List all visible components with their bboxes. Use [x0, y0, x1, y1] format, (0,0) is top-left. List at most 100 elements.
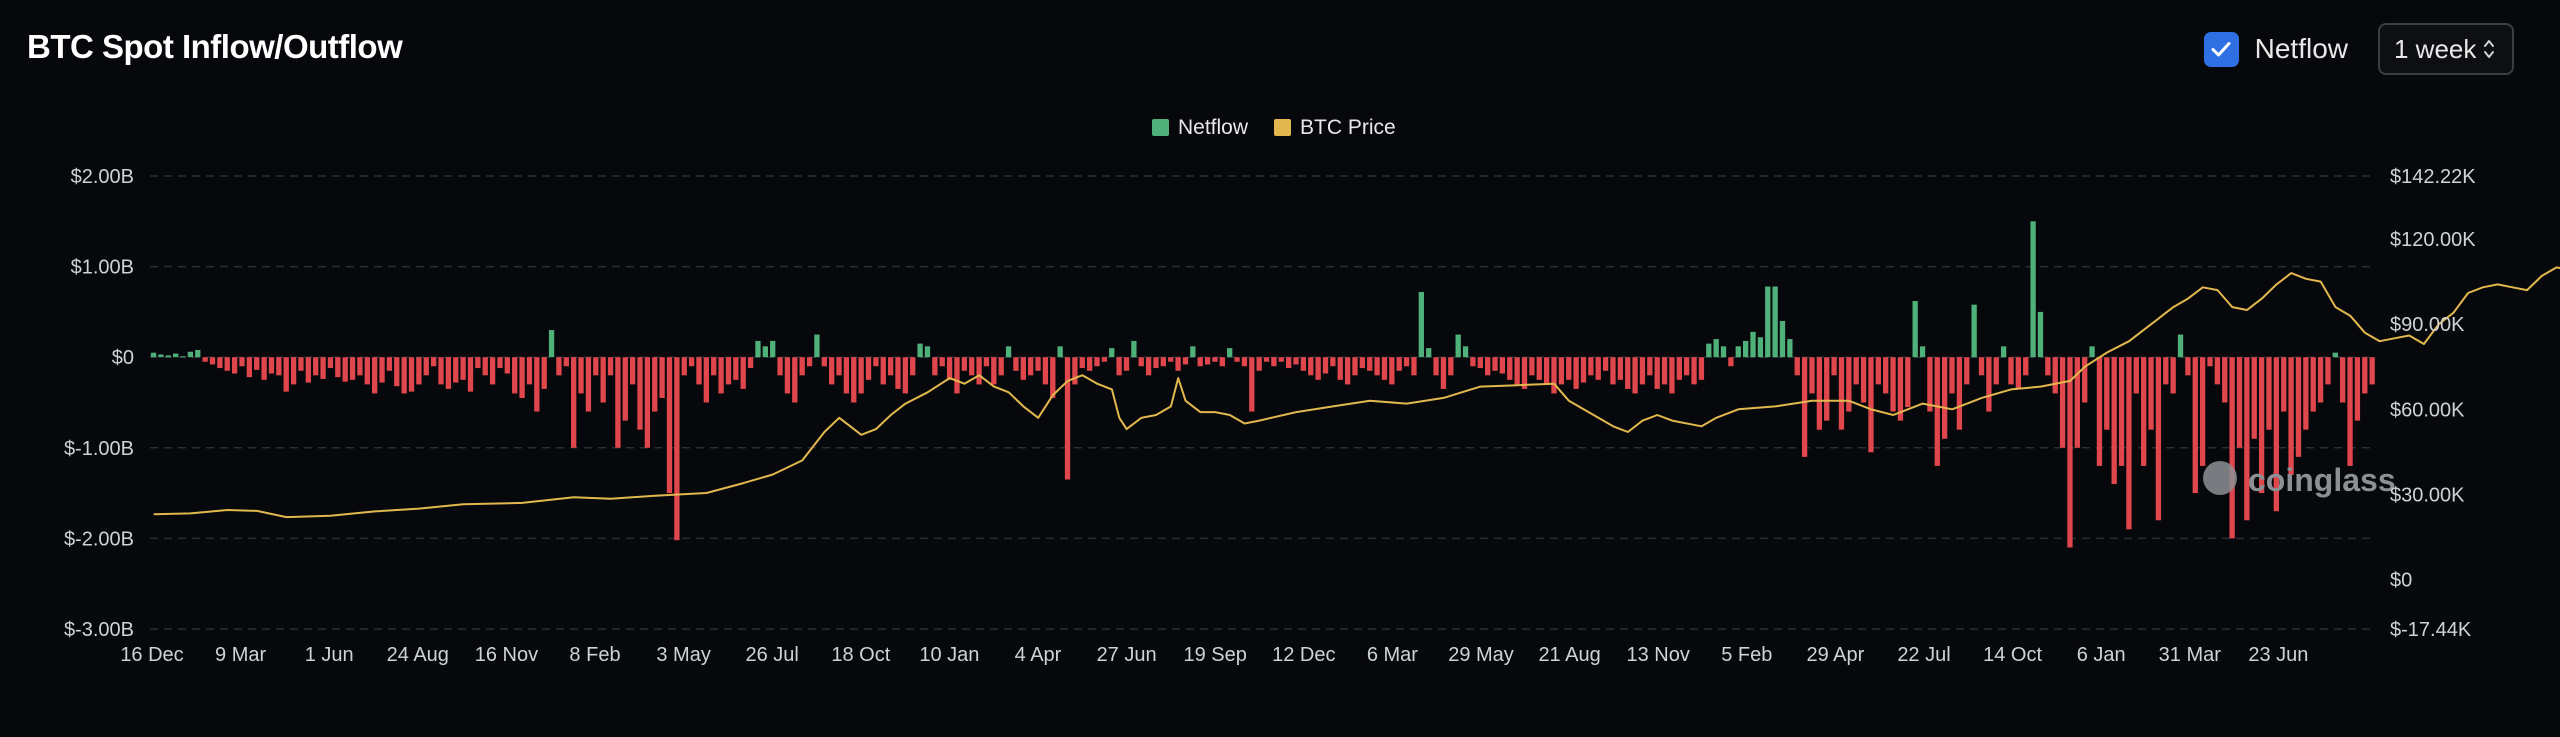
- netflow-bar[interactable]: [1853, 357, 1859, 385]
- netflow-bar[interactable]: [770, 340, 776, 358]
- netflow-bar[interactable]: [467, 357, 474, 392]
- netflow-bar[interactable]: [593, 357, 599, 376]
- netflow-bar[interactable]: [976, 357, 982, 385]
- netflow-bar[interactable]: [1742, 340, 1749, 358]
- netflow-bar[interactable]: [1588, 357, 1594, 376]
- netflow-bar[interactable]: [880, 357, 886, 385]
- netflow-bar[interactable]: [1367, 357, 1373, 371]
- netflow-bar[interactable]: [2295, 357, 2302, 457]
- netflow-bar[interactable]: [2030, 221, 2036, 358]
- netflow-bar[interactable]: [1293, 357, 1299, 365]
- netflow-bar[interactable]: [1499, 357, 1506, 374]
- netflow-bar[interactable]: [873, 357, 879, 367]
- netflow-bar[interactable]: [2369, 357, 2375, 385]
- netflow-bar[interactable]: [924, 346, 931, 358]
- netflow-bar[interactable]: [1824, 357, 1830, 421]
- netflow-bar[interactable]: [1411, 357, 1417, 376]
- netflow-bar[interactable]: [1713, 339, 1719, 358]
- netflow-bar[interactable]: [932, 357, 938, 376]
- netflow-bar[interactable]: [851, 357, 857, 403]
- netflow-bar[interactable]: [1942, 357, 1948, 439]
- netflow-bar[interactable]: [1617, 357, 1623, 380]
- netflow-bar[interactable]: [615, 357, 621, 448]
- netflow-bar[interactable]: [1639, 357, 1646, 385]
- netflow-bar[interactable]: [1433, 357, 1439, 376]
- netflow-bar[interactable]: [438, 357, 444, 385]
- netflow-bar[interactable]: [1676, 357, 1682, 380]
- netflow-bar[interactable]: [1868, 357, 1874, 453]
- netflow-bar[interactable]: [1978, 357, 1985, 376]
- netflow-bar[interactable]: [755, 340, 761, 358]
- netflow-bar[interactable]: [1934, 357, 1940, 466]
- netflow-bar[interactable]: [681, 357, 687, 376]
- netflow-bar[interactable]: [1109, 348, 1115, 358]
- netflow-bar[interactable]: [1720, 346, 1727, 358]
- netflow-bar[interactable]: [836, 357, 842, 376]
- netflow-bar[interactable]: [150, 352, 157, 358]
- netflow-bar[interactable]: [2008, 357, 2014, 385]
- netflow-bar[interactable]: [1315, 357, 1321, 380]
- netflow-bar[interactable]: [2266, 357, 2272, 430]
- netflow-bar[interactable]: [2059, 357, 2066, 448]
- netflow-bar[interactable]: [1219, 357, 1225, 367]
- netflow-bar[interactable]: [1042, 357, 1049, 385]
- netflow-bar[interactable]: [2148, 357, 2154, 430]
- netflow-bar[interactable]: [2096, 357, 2103, 466]
- netflow-bar[interactable]: [2310, 357, 2316, 412]
- netflow-bar[interactable]: [534, 357, 540, 412]
- netflow-bar[interactable]: [1020, 357, 1026, 380]
- netflow-bar[interactable]: [711, 357, 717, 376]
- netflow-bar[interactable]: [430, 357, 437, 367]
- netflow-bar[interactable]: [1168, 357, 1174, 362]
- netflow-bar[interactable]: [1072, 357, 1078, 385]
- netflow-bar[interactable]: [563, 357, 569, 367]
- netflow-bar[interactable]: [1101, 357, 1108, 362]
- netflow-bar[interactable]: [2177, 334, 2184, 358]
- netflow-bar[interactable]: [1271, 357, 1277, 367]
- netflow-bar[interactable]: [718, 357, 724, 394]
- netflow-bar[interactable]: [1182, 357, 1189, 365]
- netflow-bar[interactable]: [1654, 357, 1660, 389]
- netflow-bar[interactable]: [1308, 357, 1314, 376]
- netflow-bar[interactable]: [902, 357, 909, 394]
- netflow-bar[interactable]: [504, 357, 510, 374]
- netflow-bar[interactable]: [305, 357, 311, 383]
- netflow-bar[interactable]: [298, 357, 304, 371]
- netflow-bar[interactable]: [2288, 357, 2294, 475]
- netflow-bar[interactable]: [1403, 357, 1410, 367]
- netflow-bar[interactable]: [1123, 357, 1130, 371]
- netflow-bar[interactable]: [1956, 357, 1963, 430]
- netflow-bar[interactable]: [1389, 357, 1395, 385]
- netflow-bar[interactable]: [1426, 348, 1432, 358]
- netflow-bar[interactable]: [2037, 311, 2044, 358]
- netflow-bar[interactable]: [2118, 357, 2125, 466]
- netflow-bar[interactable]: [674, 357, 680, 541]
- netflow-bar[interactable]: [1971, 304, 1977, 358]
- netflow-bar[interactable]: [482, 357, 488, 376]
- netflow-bar[interactable]: [887, 357, 894, 376]
- netflow-bar[interactable]: [1632, 357, 1638, 394]
- netflow-bar[interactable]: [1249, 357, 1255, 412]
- netflow-bar[interactable]: [1035, 357, 1041, 371]
- netflow-bar[interactable]: [1698, 357, 1705, 380]
- netflow-bar[interactable]: [1352, 357, 1358, 376]
- netflow-bar[interactable]: [357, 357, 363, 376]
- netflow-bar[interactable]: [600, 357, 606, 403]
- netflow-bar[interactable]: [1145, 357, 1152, 376]
- netflow-bar[interactable]: [1013, 357, 1019, 371]
- netflow-bar[interactable]: [246, 357, 253, 378]
- netflow-bar[interactable]: [1344, 357, 1351, 385]
- netflow-bar[interactable]: [416, 357, 422, 385]
- netflow-bar[interactable]: [1396, 357, 1402, 371]
- netflow-bar[interactable]: [1860, 357, 1867, 403]
- netflow-bar[interactable]: [784, 357, 791, 394]
- netflow-bar[interactable]: [497, 357, 503, 369]
- netflow-bar[interactable]: [453, 357, 459, 383]
- netflow-bar[interactable]: [2133, 357, 2139, 394]
- netflow-bar[interactable]: [637, 357, 643, 430]
- netflow-bar[interactable]: [2251, 357, 2257, 439]
- netflow-bar[interactable]: [2340, 357, 2346, 403]
- netflow-bar[interactable]: [556, 357, 562, 376]
- netflow-bar[interactable]: [1536, 357, 1542, 380]
- netflow-bar[interactable]: [231, 357, 238, 374]
